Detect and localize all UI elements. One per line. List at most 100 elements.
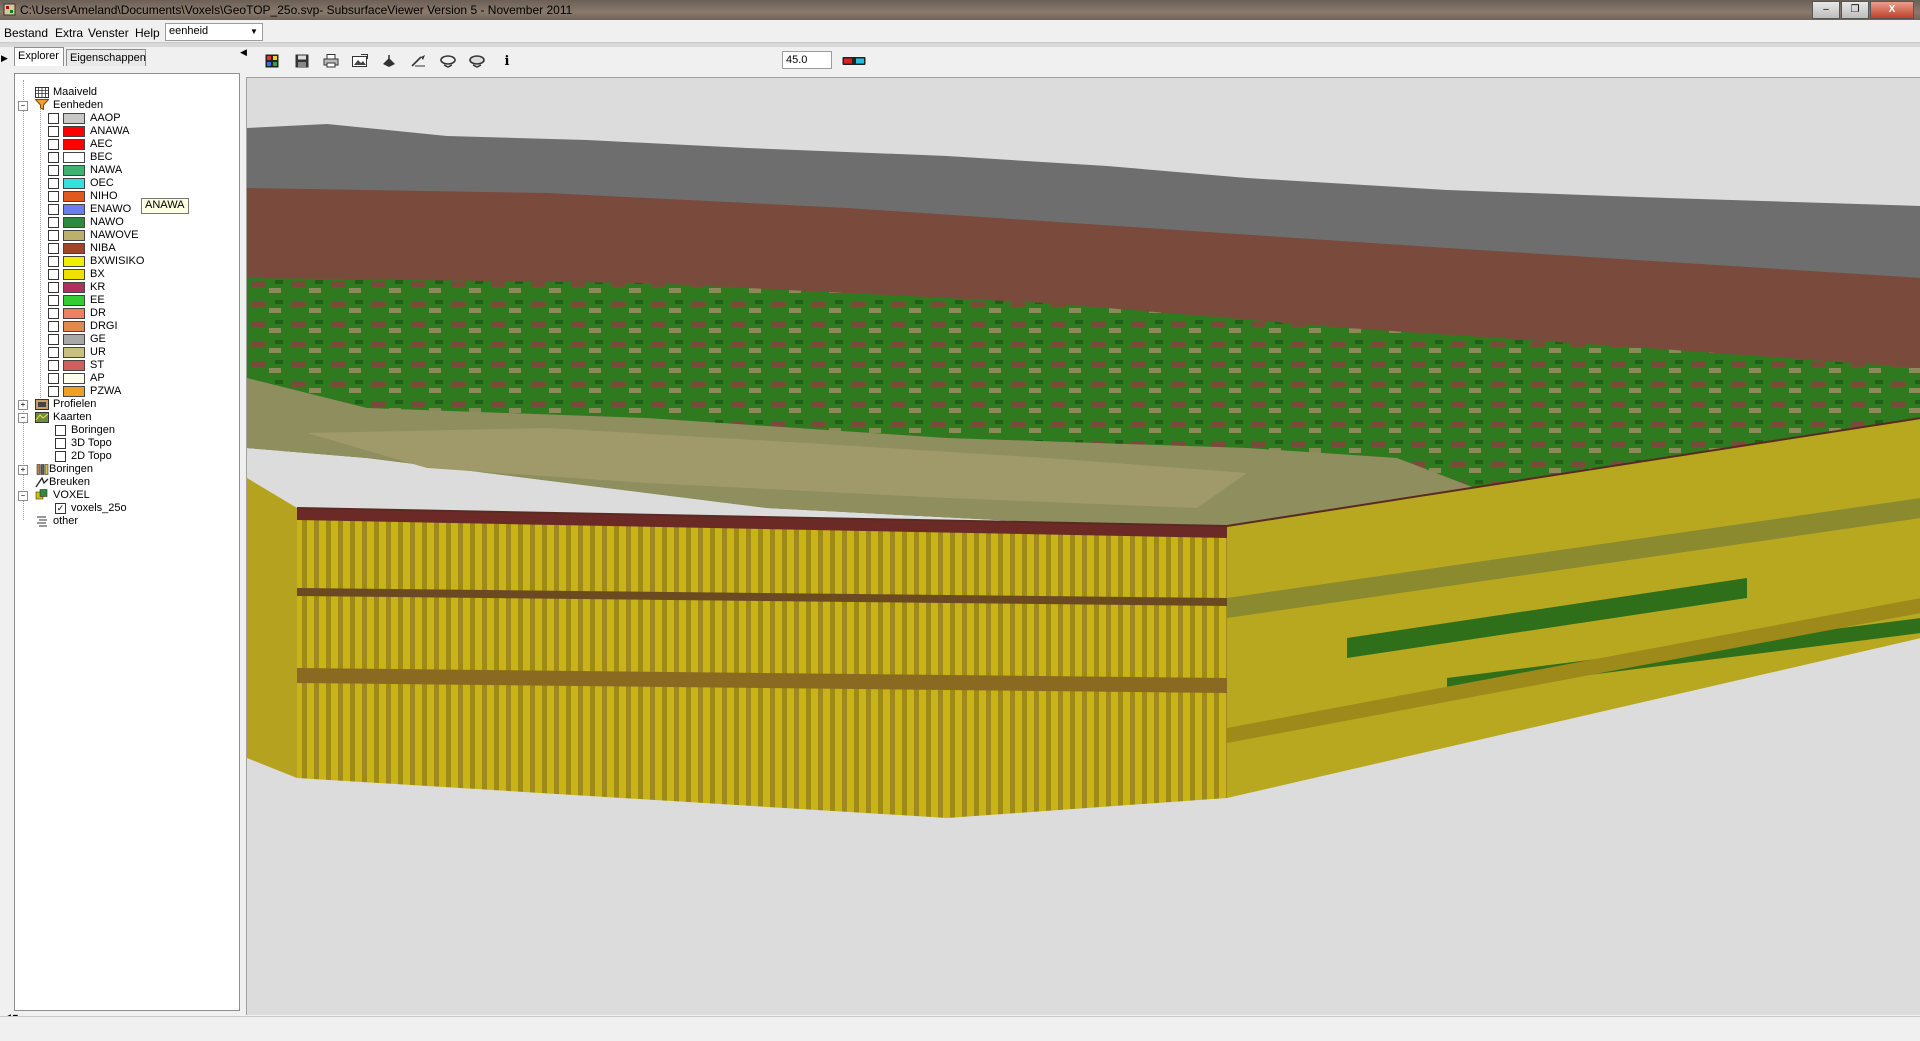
- rotate-right-icon[interactable]: [467, 51, 487, 71]
- unit-color-swatch: [63, 204, 85, 215]
- tree-item-2d-topo[interactable]: 2D Topo: [15, 450, 235, 463]
- layer-checkbox-checked[interactable]: ✓: [55, 503, 66, 514]
- export-image-icon[interactable]: [350, 51, 370, 71]
- unit-checkbox[interactable]: [48, 126, 59, 137]
- tree-node-voxel[interactable]: − VOXEL: [15, 489, 235, 502]
- tree-item-boringen-map[interactable]: Boringen: [15, 424, 235, 437]
- tree-item-unit[interactable]: ANAWA: [15, 125, 235, 138]
- unit-checkbox[interactable]: [48, 243, 59, 254]
- unit-checkbox[interactable]: [48, 178, 59, 189]
- unit-checkbox[interactable]: [48, 308, 59, 319]
- menu-help[interactable]: Help: [135, 26, 160, 40]
- tree-item-unit[interactable]: NIHO: [15, 190, 235, 203]
- tab-eigenschappen[interactable]: Eigenschappen: [66, 49, 146, 66]
- unit-checkbox[interactable]: [48, 139, 59, 150]
- tree-node-other[interactable]: other: [15, 515, 235, 528]
- tree-item-unit[interactable]: AAOP: [15, 112, 235, 125]
- layer-checkbox[interactable]: [55, 425, 66, 436]
- collapse-left-icon[interactable]: ▶: [1, 53, 9, 64]
- tree-item-unit[interactable]: NAWOVE: [15, 229, 235, 242]
- tree-item-unit[interactable]: EE: [15, 294, 235, 307]
- tree-node-eenheden[interactable]: − Eenheden: [15, 99, 235, 112]
- tree-item-unit[interactable]: NAWO: [15, 216, 235, 229]
- save-icon[interactable]: [292, 51, 312, 71]
- unit-checkbox[interactable]: [48, 217, 59, 228]
- tree-item-unit[interactable]: BX: [15, 268, 235, 281]
- unit-checkbox[interactable]: [48, 360, 59, 371]
- voxel-model-render[interactable]: [247, 78, 1920, 1015]
- grid-icon: [35, 87, 49, 98]
- tree-node-kaarten[interactable]: − Kaarten: [15, 411, 235, 424]
- tree-item-unit[interactable]: ENAWO: [15, 203, 235, 216]
- print-icon[interactable]: [321, 51, 341, 71]
- chevron-down-icon[interactable]: ▼: [248, 26, 260, 38]
- unit-color-swatch: [63, 217, 85, 228]
- unit-checkbox[interactable]: [48, 334, 59, 345]
- layer-checkbox[interactable]: [55, 451, 66, 462]
- tree-item-unit[interactable]: AEC: [15, 138, 235, 151]
- expand-toggle[interactable]: +: [18, 465, 28, 475]
- tree-item-3d-topo[interactable]: 3D Topo: [15, 437, 235, 450]
- unit-checkbox[interactable]: [48, 269, 59, 280]
- rotation-angle-input[interactable]: [782, 51, 832, 69]
- rotate-left-icon[interactable]: [438, 51, 458, 71]
- 3d-glasses-icon[interactable]: [841, 51, 867, 71]
- info-icon[interactable]: i: [497, 51, 517, 71]
- unit-checkbox[interactable]: [48, 347, 59, 358]
- tree-item-unit[interactable]: DRGI: [15, 320, 235, 333]
- tree-item-unit[interactable]: BXWISIKO: [15, 255, 235, 268]
- layer-select[interactable]: eenheid ▼: [165, 23, 263, 41]
- menu-extra[interactable]: Extra: [55, 26, 83, 40]
- unit-checkbox[interactable]: [48, 373, 59, 384]
- layer-checkbox[interactable]: [55, 438, 66, 449]
- minimize-button[interactable]: –: [1812, 1, 1840, 19]
- measure-icon[interactable]: [409, 51, 429, 71]
- tree-node-profielen[interactable]: + Profielen: [15, 398, 235, 411]
- unit-label: KR: [90, 281, 106, 293]
- tree-node-boringen[interactable]: + Boringen: [15, 463, 235, 476]
- tree-item-unit[interactable]: NIBA: [15, 242, 235, 255]
- tree-item-unit[interactable]: BEC: [15, 151, 235, 164]
- tree-item-unit[interactable]: KR: [15, 281, 235, 294]
- collapse-toggle[interactable]: −: [18, 491, 28, 501]
- tree-item-unit[interactable]: NAWA: [15, 164, 235, 177]
- tree-item-voxels-25o[interactable]: ✓ voxels_25o: [15, 502, 235, 515]
- unit-label: DRGI: [90, 320, 118, 332]
- tab-explorer[interactable]: Explorer: [14, 47, 64, 66]
- unit-checkbox[interactable]: [48, 321, 59, 332]
- 3d-viewport[interactable]: [246, 77, 1920, 1015]
- unit-checkbox[interactable]: [48, 204, 59, 215]
- tree-node-maaiveld[interactable]: Maaiveld: [15, 86, 235, 99]
- menu-bestand[interactable]: Bestand: [4, 26, 48, 40]
- tree-item-unit[interactable]: AP: [15, 372, 235, 385]
- tree-item-unit[interactable]: ST: [15, 359, 235, 372]
- tree-node-breuken[interactable]: Breuken: [15, 476, 235, 489]
- tree-item-unit[interactable]: PZWA: [15, 385, 235, 398]
- tree-item-unit[interactable]: UR: [15, 346, 235, 359]
- menu-venster[interactable]: Venster: [88, 26, 129, 40]
- unit-checkbox[interactable]: [48, 165, 59, 176]
- unit-checkbox[interactable]: [48, 230, 59, 241]
- legend-icon[interactable]: [262, 51, 282, 71]
- unit-checkbox[interactable]: [48, 113, 59, 124]
- tree-label: VOXEL: [53, 489, 90, 501]
- tree-item-unit[interactable]: DR: [15, 307, 235, 320]
- unit-checkbox[interactable]: [48, 256, 59, 267]
- unit-checkbox[interactable]: [48, 191, 59, 202]
- collapse-toggle[interactable]: −: [18, 101, 28, 111]
- collapse-right-icon[interactable]: ◀: [240, 47, 247, 58]
- unit-checkbox[interactable]: [48, 295, 59, 306]
- unit-checkbox[interactable]: [48, 282, 59, 293]
- pan-icon[interactable]: [379, 51, 399, 71]
- menu-bar: Bestand Extra Venster Help: [0, 22, 1920, 42]
- unit-checkbox[interactable]: [48, 152, 59, 163]
- tree-item-unit[interactable]: OEC: [15, 177, 235, 190]
- tree-item-unit[interactable]: GE: [15, 333, 235, 346]
- expand-toggle[interactable]: +: [18, 400, 28, 410]
- maximize-button[interactable]: ❐: [1841, 1, 1869, 19]
- close-button[interactable]: X: [1870, 1, 1914, 19]
- unit-checkbox[interactable]: [48, 386, 59, 397]
- unit-color-swatch: [63, 295, 85, 306]
- collapse-toggle[interactable]: −: [18, 413, 28, 423]
- tree-label: voxels_25o: [71, 502, 127, 514]
